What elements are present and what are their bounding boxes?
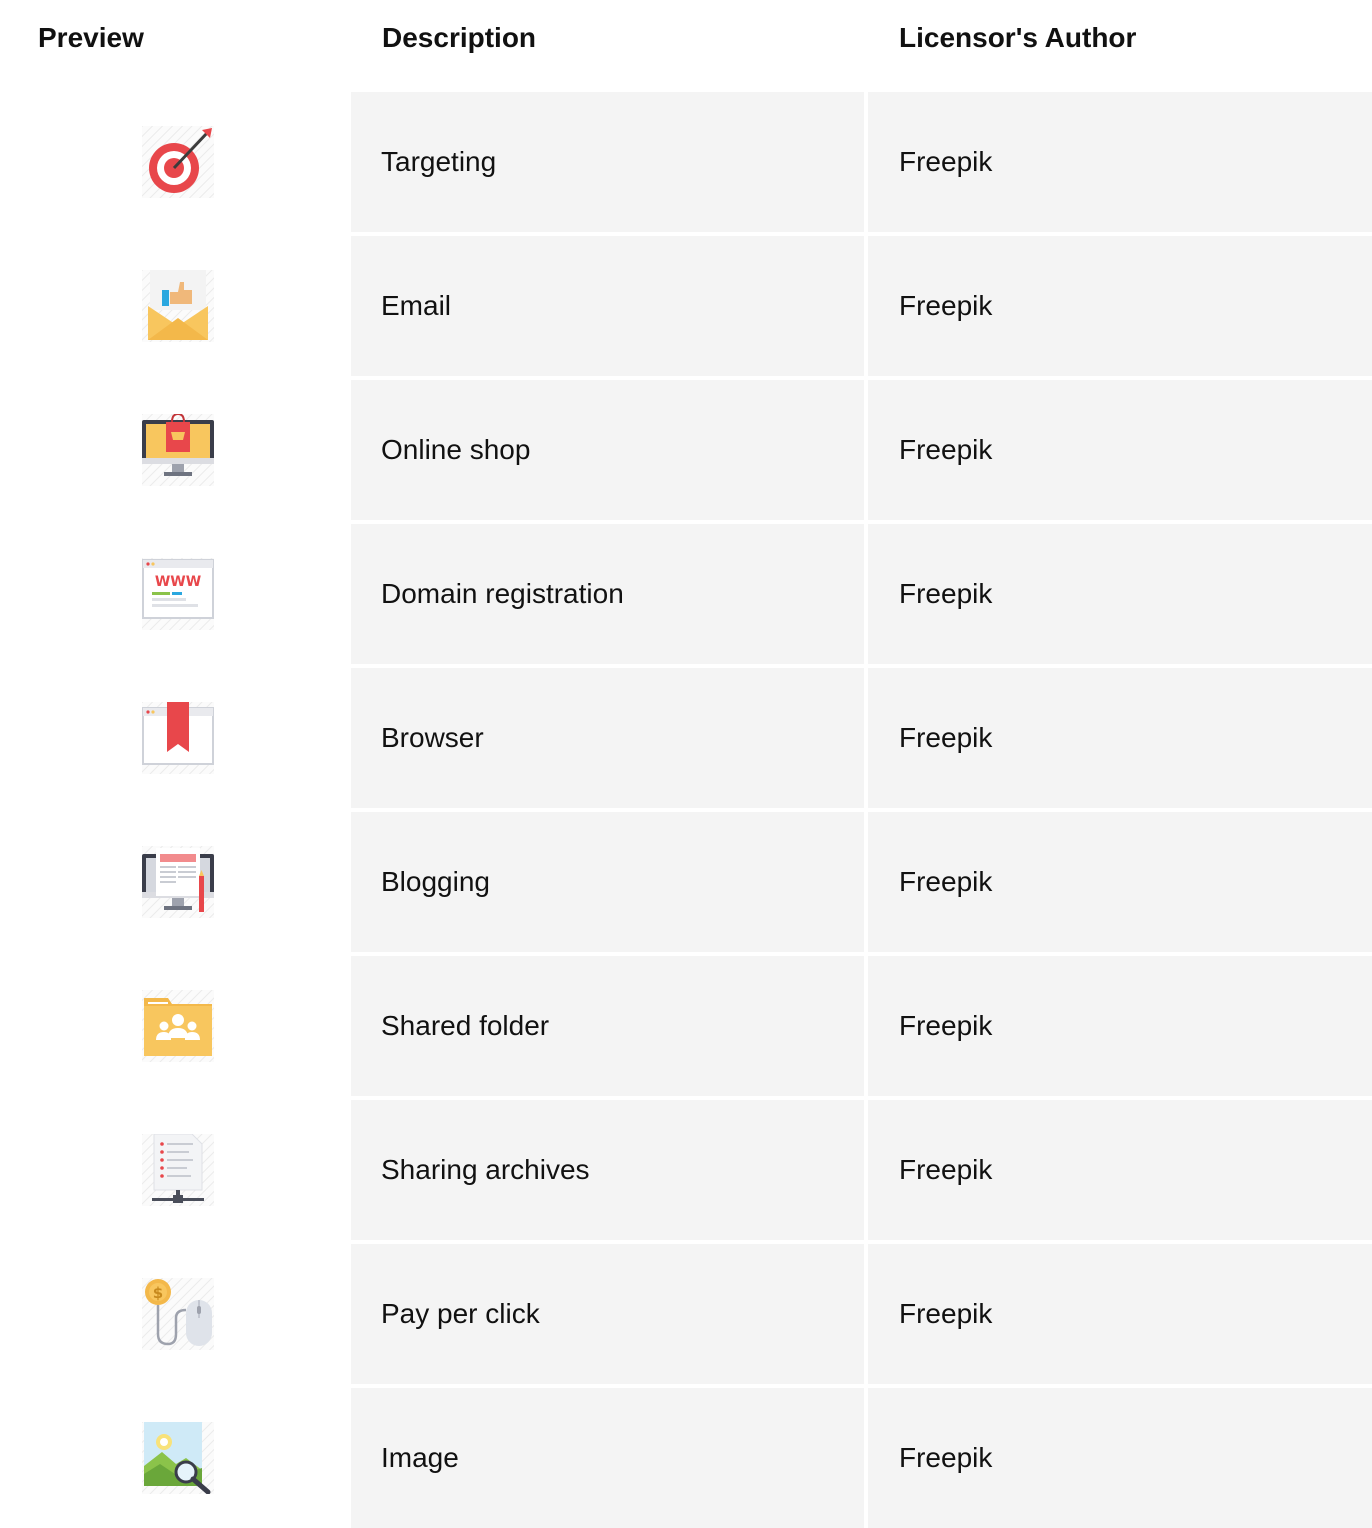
author-cell: Freepik	[868, 92, 1372, 232]
description-cell: Sharing archives	[351, 1100, 864, 1240]
table-header: Preview Description Licensor's Author	[0, 0, 1372, 90]
preview-cell	[0, 1100, 351, 1240]
description-cell: Blogging	[351, 812, 864, 952]
description-text: Browser	[381, 722, 484, 753]
author-text: Freepik	[899, 578, 993, 609]
author-cell: Freepik	[868, 524, 1372, 664]
header-preview: Preview	[38, 22, 144, 53]
description-cell: Email	[351, 236, 864, 376]
browser-icon	[142, 702, 214, 774]
author-text: Freepik	[899, 1010, 993, 1041]
author-text: Freepik	[899, 1298, 993, 1329]
author-cell: Freepik	[868, 1388, 1372, 1528]
description-cell: Image	[351, 1388, 864, 1528]
svg-text:WWW: WWW	[155, 574, 201, 590]
description-text: Blogging	[381, 866, 490, 897]
preview-cell: WWW	[0, 524, 351, 664]
preview-cell	[0, 236, 351, 376]
table-row: $ Pay per click Freepik	[0, 1244, 1372, 1384]
description-cell: Domain registration	[351, 524, 864, 664]
author-cell: Freepik	[868, 1100, 1372, 1240]
svg-text:$: $	[153, 1284, 163, 1302]
author-cell: Freepik	[868, 380, 1372, 520]
description-cell: Browser	[351, 668, 864, 808]
blogging-icon	[142, 846, 214, 918]
header-description: Description	[382, 22, 537, 53]
description-cell: Shared folder	[351, 956, 864, 1096]
author-cell: Freepik	[868, 812, 1372, 952]
shared-folder-icon	[142, 990, 214, 1062]
description-text: Pay per click	[381, 1298, 540, 1329]
preview-cell	[0, 380, 351, 520]
author-text: Freepik	[899, 146, 993, 177]
table-row: Online shop Freepik	[0, 380, 1372, 520]
preview-cell: $	[0, 1244, 351, 1384]
description-text: Email	[381, 290, 452, 321]
domain-registration-icon: WWW	[142, 558, 214, 630]
header-author: Licensor's Author	[899, 22, 1137, 53]
table-row: Image Freepik	[0, 1388, 1372, 1528]
sharing-archives-icon	[142, 1134, 214, 1206]
online-shop-icon	[142, 414, 214, 486]
table-row: Shared folder Freepik	[0, 956, 1372, 1096]
description-text: Online shop	[381, 434, 531, 465]
email-icon	[142, 270, 214, 342]
author-cell: Freepik	[868, 236, 1372, 376]
author-text: Freepik	[899, 1442, 993, 1473]
description-text: Targeting	[381, 146, 497, 177]
description-text: Shared folder	[381, 1010, 550, 1041]
author-text: Freepik	[899, 1154, 993, 1185]
author-cell: Freepik	[868, 1244, 1372, 1384]
table-row: Targeting Freepik	[0, 92, 1372, 232]
table-row: Blogging Freepik	[0, 812, 1372, 952]
table-row: Sharing archives Freepik	[0, 1100, 1372, 1240]
preview-cell	[0, 956, 351, 1096]
image-icon	[142, 1422, 214, 1494]
description-text: Sharing archives	[381, 1154, 590, 1185]
target-icon	[142, 126, 214, 198]
author-text: Freepik	[899, 434, 993, 465]
preview-cell	[0, 668, 351, 808]
table-row: Email Freepik	[0, 236, 1372, 376]
author-cell: Freepik	[868, 668, 1372, 808]
table-row: Browser Freepik	[0, 668, 1372, 808]
description-cell: Online shop	[351, 380, 864, 520]
author-text: Freepik	[899, 722, 993, 753]
description-cell: Targeting	[351, 92, 864, 232]
description-text: Image	[381, 1442, 459, 1473]
preview-cell	[0, 812, 351, 952]
author-text: Freepik	[899, 290, 993, 321]
table-row: WWW Domain registration Freepik	[0, 524, 1372, 664]
preview-cell	[0, 92, 351, 232]
author-cell: Freepik	[868, 956, 1372, 1096]
pay-per-click-icon: $	[142, 1278, 214, 1350]
preview-cell	[0, 1388, 351, 1528]
author-text: Freepik	[899, 866, 993, 897]
description-text: Domain registration	[381, 578, 624, 609]
description-cell: Pay per click	[351, 1244, 864, 1384]
